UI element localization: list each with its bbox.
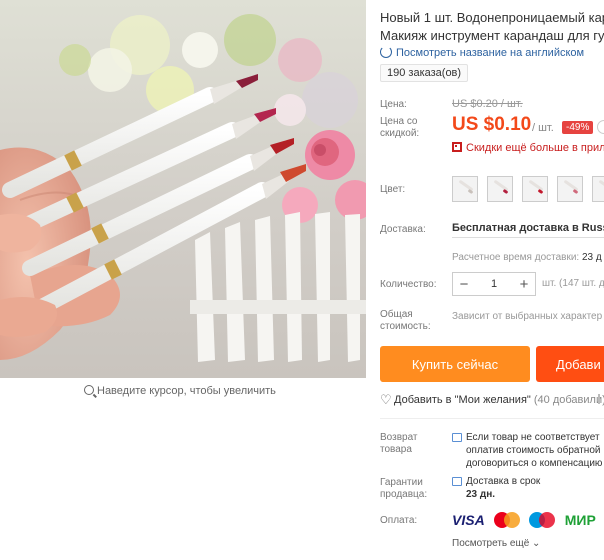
translate-icon [380,46,392,58]
price-label: Цена: [380,99,407,110]
discount-price: US $0.10 [452,114,532,135]
payment-methods: VISA МИР [452,512,596,528]
returns-text: Если товар не соответствует оплатив стои… [466,431,602,470]
guarantee-text: Доставка в срок 23 дн. [466,475,540,501]
guarantee-text-line-1: Доставка в срок [466,476,541,487]
divider [380,418,604,419]
add-to-wishlist-link[interactable]: ♡ Добавить в "Мои желания" (40 добавили) [380,392,604,408]
returns-text-line-2: оплатив стоимость обратной [466,445,601,456]
add-to-cart-button[interactable]: Добави [536,346,604,382]
total-label: Общая стоимость: [380,309,431,333]
old-price: US $0.20 / шт. [452,98,523,110]
guarantee-label-line-1: Гарантии [380,477,423,488]
guarantee-label-line-2: продавца: [380,489,428,500]
quantity-input[interactable]: 1 [475,278,513,290]
discount-price-label-line-2: скидкой: [380,128,420,139]
returns-text-line-1: Если товар не соответствует [466,432,600,443]
quantity-stepper: − 1 + [452,272,536,296]
orders-count: 190 заказа(ов) [380,64,469,82]
shipping-method[interactable]: Бесплатная доставка в Russian [452,222,604,234]
share-icon[interactable] [598,394,604,404]
more-payment-link[interactable]: Посмотреть ещё ⌄ [452,538,540,549]
shipping-time: Расчетное время доставки: 23 д [452,252,602,263]
shipping-label: Доставка: [380,224,426,235]
product-title-line-1: Новый 1 шт. Водонепроницаемый кар [380,10,604,25]
shipping-time-value: 23 д [582,252,602,263]
maestro-logo [529,512,556,528]
buy-now-button[interactable]: Купить сейчас [380,346,530,382]
discount-price-label: Цена со скидкой: [380,116,419,140]
returns-text-line-3: договориться о компенсацию [466,458,603,469]
stock-available: шт. (147 шт. д [542,278,604,289]
color-swatch-5[interactable] [592,176,604,202]
timer-icon [597,120,604,134]
product-photo-lip-liners [0,0,366,378]
wishlist-label: Добавить в "Мои желания" [394,394,531,406]
payment-label: Оплата: [380,515,418,526]
product-image[interactable] [0,0,366,378]
color-swatches [452,176,604,205]
quantity-label: Количество: [380,279,437,290]
zoom-hint: Наведите курсор, чтобы увеличить [84,384,276,397]
color-label: Цвет: [380,184,406,195]
total-label-line-1: Общая [380,309,413,320]
zoom-hint-text: Наведите курсор, чтобы увеличить [97,385,276,397]
translate-title-text: Посмотреть название на английском [396,47,585,59]
color-swatch-1[interactable] [452,176,478,202]
guarantee-label: Гарантии продавца: [380,477,427,501]
shipping-divider [452,237,604,238]
returns-label-line-1: Возврат [380,432,418,443]
total-label-line-2: стоимость: [380,321,431,332]
quantity-increase-button[interactable]: + [513,273,535,295]
returns-label-line-2: товара [380,444,412,455]
mastercard-logo [494,512,521,528]
product-info-panel: Новый 1 шт. Водонепроницаемый кар Макияж… [366,0,604,560]
translate-title-link[interactable]: Посмотреть название на английском [380,46,584,59]
qr-code-icon [452,142,462,152]
mir-logo: МИР [564,512,596,528]
returns-icon [452,433,462,442]
magnifier-icon [84,385,94,395]
shipping-time-label: Расчетное время доставки: [452,252,580,263]
visa-logo: VISA [452,512,485,528]
guarantee-text-line-2: 23 дн. [466,489,496,500]
heart-icon: ♡ [380,392,392,407]
app-discount-link[interactable]: Скидки ещё больше в прилож [452,142,604,154]
color-swatch-4[interactable] [557,176,583,202]
guarantee-icon [452,477,462,486]
app-discount-text: Скидки ещё больше в прилож [466,142,604,154]
price-unit: / шт. [532,122,554,134]
color-swatch-3[interactable] [522,176,548,202]
product-title: Новый 1 шт. Водонепроницаемый кар Макияж… [380,9,604,45]
chevron-down-icon: ⌄ [532,538,541,549]
discount-price-label-line-1: Цена со [380,116,418,127]
total-value: Зависит от выбранных характер [452,311,603,322]
more-payment-text: Посмотреть ещё [452,538,530,549]
returns-label: Возврат товара [380,432,418,456]
product-title-line-2: Макияж инструмент карандаш для губ [380,28,604,43]
wishlist-count: (40 добавили) [533,394,604,406]
color-swatch-2[interactable] [487,176,513,202]
discount-badge: -49% [562,121,594,134]
quantity-decrease-button[interactable]: − [453,273,475,295]
